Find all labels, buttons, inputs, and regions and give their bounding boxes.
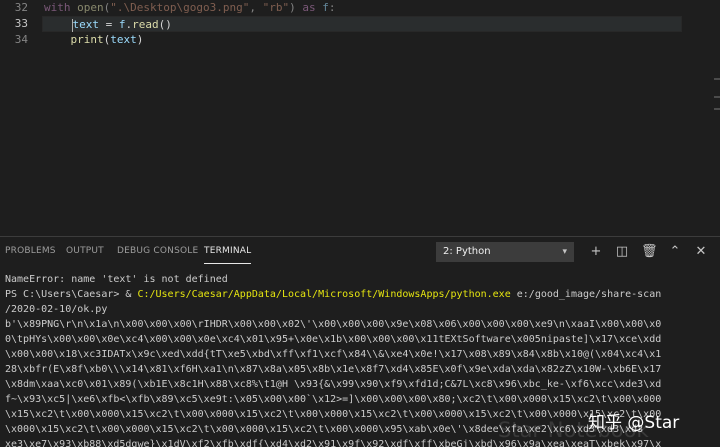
line-number: 33	[14, 17, 28, 30]
editor-scrollbar[interactable]	[714, 0, 720, 236]
terminal-error-line: NameError: name 'text' is not defined	[5, 274, 228, 285]
tab-terminal[interactable]: TERMINAL	[204, 246, 252, 264]
code-line[interactable]: print(text)	[44, 32, 682, 48]
terminal-output-line: 28\xbfr(E\x8f\xb0\\\x14\x81\xf6H\xa1\n\x…	[5, 364, 662, 375]
terminal-prompt: PS C:\Users\Caesar> &	[5, 289, 138, 300]
line-number: 34	[14, 33, 28, 46]
terminal-output-line: b'\x89PNG\r\n\x1a\n\x00\x00\x00\rIHDR\x0…	[5, 319, 662, 330]
python-path: C:/Users/Caesar/AppData/Local/Microsoft/…	[137, 289, 511, 300]
code-line-current[interactable]: text = f.read()	[42, 16, 682, 32]
terminal-output-line: f~\x93\xc5|\xe6\xfb<\xfb\x89\xc5\xe9t:\x…	[5, 394, 662, 405]
terminal-output-line: 0\tpHYs\x00\x00\x0e\xc4\x00\x00\x0e\xc4\…	[5, 334, 662, 345]
tab-output[interactable]: OUTPUT	[66, 246, 104, 256]
code-lines[interactable]: with open(".\Desktop\gogo3.png", "rb") a…	[42, 0, 682, 48]
chevron-up-icon[interactable]: ⌃	[667, 244, 683, 260]
scrollbar-marker	[714, 108, 720, 110]
terminal-select-value: 2: Python	[443, 246, 491, 257]
tab-debug-console[interactable]: DEBUG CONSOLE	[117, 246, 198, 256]
script-arg: e:/good_image/share-scan	[510, 289, 662, 300]
line-number-gutter: 32 33 34	[0, 0, 30, 48]
watermark: 知乎 @Star	[588, 413, 680, 433]
close-icon[interactable]: ✕	[693, 244, 709, 260]
panel-header: PROBLEMS OUTPUT DEBUG CONSOLE TERMINAL 2…	[0, 236, 720, 267]
terminal-output-line: \x8dm\xaa\xc0\x01\x89(\xb1E\x8c1H\x88\xc…	[5, 379, 662, 390]
terminal-command-line: PS C:\Users\Caesar> & C:/Users/Caesar/Ap…	[0, 287, 720, 302]
scrollbar-marker	[714, 78, 720, 80]
code-editor[interactable]: 32 33 34 with open(".\Desktop\gogo3.png"…	[0, 0, 720, 236]
code-line[interactable]: with open(".\Desktop\gogo3.png", "rb") a…	[44, 0, 682, 16]
split-icon[interactable]: ◫	[614, 244, 630, 260]
scrollbar-marker	[714, 96, 720, 98]
line-number: 32	[14, 1, 28, 14]
trash-icon[interactable]: 🗑	[641, 244, 658, 260]
terminal-select[interactable]: 2: Python ▾	[436, 242, 574, 262]
chevron-down-icon: ▾	[562, 247, 567, 257]
terminal-output-line: \x00\x00\x18\xc3IDATx\x9c\xed\xdd{tT\xe5…	[5, 349, 662, 360]
plus-icon[interactable]: +	[588, 244, 604, 260]
terminal-command-cont: /2020-02-10/ok.py	[5, 304, 108, 315]
tab-problems[interactable]: PROBLEMS	[5, 246, 56, 256]
